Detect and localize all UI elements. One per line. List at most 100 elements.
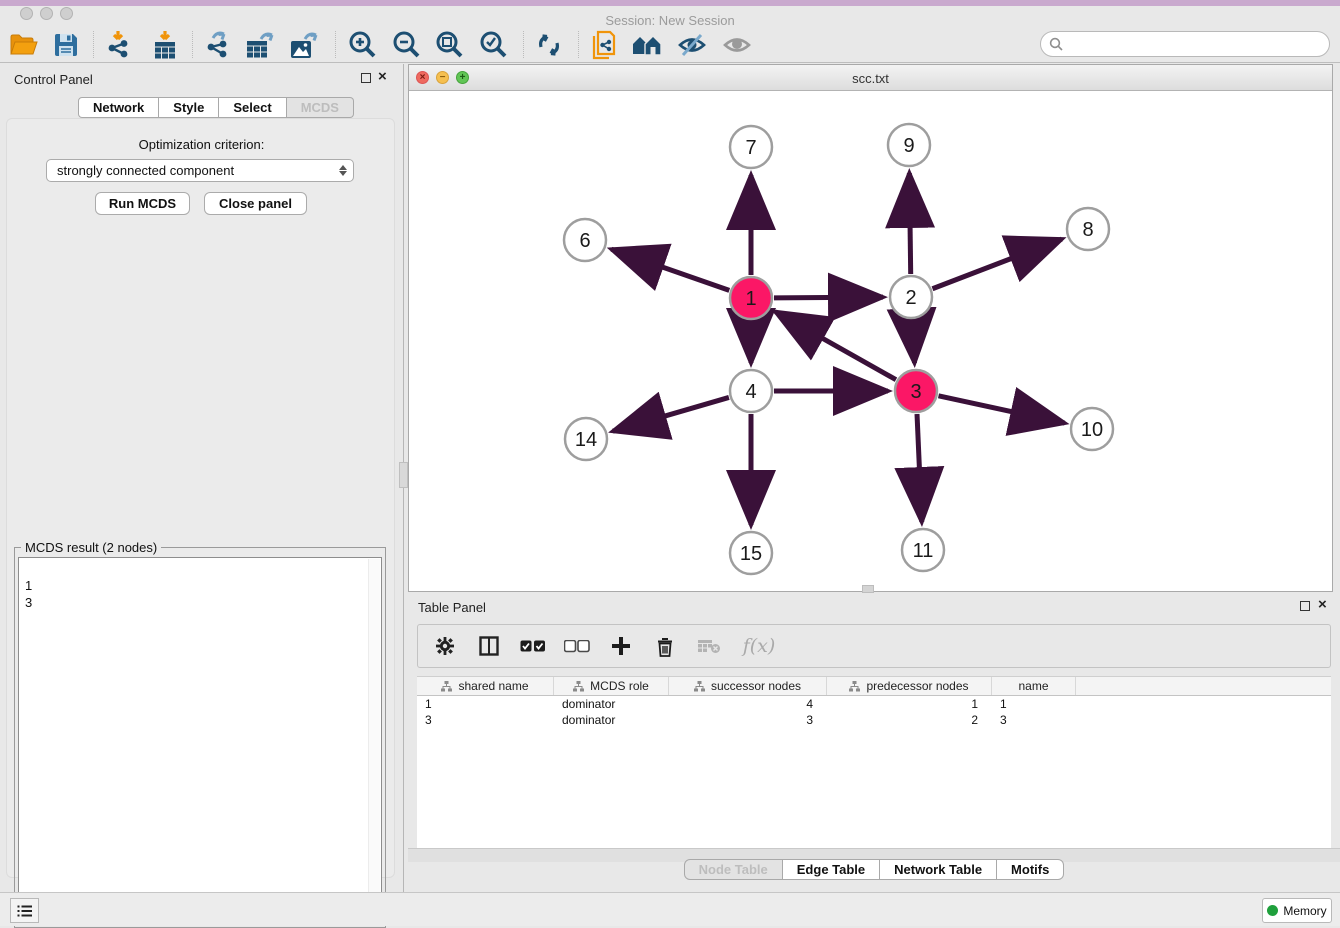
network-view-window[interactable]: × − + scc.txt 1234678910111415: [408, 64, 1333, 592]
column-header-name[interactable]: name: [992, 677, 1076, 695]
function-builder-button[interactable]: f(x): [738, 631, 780, 661]
search-field[interactable]: [1040, 31, 1330, 57]
export-table-button[interactable]: [243, 29, 279, 61]
result-scrollbar[interactable]: [368, 559, 380, 923]
zoom-fit-content-button[interactable]: [431, 29, 467, 61]
close-panel-button[interactable]: Close panel: [204, 192, 307, 215]
table-cell[interactable]: 3: [417, 712, 554, 728]
optimization-criterion-select[interactable]: strongly connected component: [46, 159, 354, 182]
zoom-selected-button[interactable]: [475, 29, 511, 61]
task-list-icon: [17, 904, 33, 918]
column-settings-button[interactable]: [430, 631, 460, 661]
tab-edge-table[interactable]: Edge Table: [783, 859, 880, 880]
float-panel-icon[interactable]: [361, 73, 371, 83]
hierarchy-icon: [694, 681, 705, 692]
select-all-columns-button[interactable]: [518, 631, 548, 661]
unselect-all-columns-button[interactable]: [562, 631, 592, 661]
delete-columns-button[interactable]: [650, 631, 680, 661]
search-input[interactable]: [1068, 37, 1329, 51]
graph-node-label-6: 6: [579, 230, 590, 252]
graph-node-label-11: 11: [913, 540, 934, 562]
tab-network[interactable]: Network: [78, 97, 159, 118]
tab-node-table[interactable]: Node Table: [684, 859, 783, 880]
column-header-shared-name[interactable]: shared name: [417, 677, 554, 695]
column-header-MCDS-role[interactable]: MCDS role: [554, 677, 669, 695]
application-window: Session: New Session: [0, 0, 1340, 926]
fx-icon: f(x): [743, 635, 776, 657]
show-all-button[interactable]: [719, 29, 755, 61]
toolbar-separator: [578, 31, 579, 58]
import-network-button[interactable]: [100, 29, 136, 61]
hide-selected-button[interactable]: [674, 29, 710, 61]
float-table-panel-icon[interactable]: [1300, 601, 1310, 611]
tab-mcds[interactable]: MCDS: [287, 97, 354, 118]
close-table-panel-icon[interactable]: ×: [1318, 599, 1327, 611]
graph-edge-3-11[interactable]: [917, 414, 922, 522]
table-row[interactable]: 1dominator411: [417, 696, 1331, 712]
toolbar-separator: [93, 31, 94, 58]
table-row[interactable]: 3dominator323: [417, 712, 1331, 728]
table-header-row: shared nameMCDS role successor nodes prede…: [417, 677, 1331, 696]
column-header-label: successor nodes: [711, 679, 801, 693]
first-neighbors-button[interactable]: [630, 29, 666, 61]
add-column-button[interactable]: [606, 631, 636, 661]
selected-option-label: strongly connected component: [57, 163, 234, 178]
table-cell[interactable]: 2: [827, 712, 992, 728]
table-cell[interactable]: 1: [417, 696, 554, 712]
window-titlebar[interactable]: Session: New Session: [0, 6, 1340, 26]
table-cell[interactable]: 1: [827, 696, 992, 712]
memory-label: Memory: [1283, 904, 1326, 918]
graph-node-label-7: 7: [745, 137, 756, 159]
table-cell[interactable]: 3: [669, 712, 827, 728]
column-header-predecessor-nodes[interactable]: predecessor nodes: [827, 677, 992, 695]
run-mcds-button[interactable]: Run MCDS: [95, 192, 190, 215]
graph-edge-2-8[interactable]: [932, 239, 1061, 289]
new-network-from-selection-button[interactable]: [586, 29, 622, 61]
export-image-button[interactable]: [287, 29, 323, 61]
toolbar-separator: [192, 31, 193, 58]
status-bar: Memory: [0, 892, 1340, 926]
panel-splitter-handle[interactable]: [399, 462, 408, 488]
network-graph-canvas[interactable]: 1234678910111415: [409, 91, 1332, 591]
column-header-successor-nodes[interactable]: successor nodes: [669, 677, 827, 695]
table-body: 1dominator4113dominator323: [417, 696, 1331, 728]
task-history-button[interactable]: [10, 898, 39, 923]
memory-button[interactable]: Memory: [1262, 898, 1332, 923]
window-resize-grip[interactable]: [862, 585, 874, 593]
split-panel-button[interactable]: [474, 631, 504, 661]
table-cell[interactable]: 3: [992, 712, 1076, 728]
network-window-titlebar[interactable]: × − + scc.txt: [409, 65, 1332, 91]
control-panel-title: Control Panel: [14, 72, 93, 87]
refresh-view-button[interactable]: [531, 29, 567, 61]
delete-table-button[interactable]: [694, 631, 724, 661]
memory-status-icon: [1267, 905, 1278, 916]
close-panel-icon[interactable]: ×: [378, 71, 387, 83]
tab-network-table[interactable]: Network Table: [880, 859, 997, 880]
graph-edge-2-3[interactable]: [912, 320, 914, 363]
table-cell[interactable]: 4: [669, 696, 827, 712]
node-table[interactable]: shared nameMCDS role successor nodes prede…: [417, 676, 1331, 848]
table-tabs: Node Table Edge Table Network Table Moti…: [408, 859, 1340, 880]
table-cell[interactable]: 1: [992, 696, 1076, 712]
graph-node-label-9: 9: [903, 135, 914, 157]
dropdown-arrows-icon: [339, 165, 347, 176]
zoom-in-button[interactable]: [344, 29, 380, 61]
graph-edge-2-9[interactable]: [909, 173, 910, 274]
graph-node-label-1: 1: [745, 288, 756, 310]
graph-edge-4-14[interactable]: [613, 397, 729, 431]
tab-motifs[interactable]: Motifs: [997, 859, 1064, 880]
graph-edge-1-6[interactable]: [611, 249, 729, 290]
graph-edge-1-2[interactable]: [774, 297, 883, 298]
graph-edge-3-1[interactable]: [775, 312, 896, 380]
open-session-button[interactable]: [6, 29, 42, 61]
table-cell[interactable]: dominator: [554, 712, 669, 728]
zoom-out-button[interactable]: [388, 29, 424, 61]
save-session-button[interactable]: [48, 29, 84, 61]
table-cell[interactable]: dominator: [554, 696, 669, 712]
tab-select[interactable]: Select: [219, 97, 286, 118]
tab-style[interactable]: Style: [159, 97, 219, 118]
mcds-result-textarea[interactable]: 1 3: [18, 557, 382, 923]
export-network-button[interactable]: [200, 29, 236, 61]
graph-edge-3-10[interactable]: [938, 396, 1064, 423]
import-table-button[interactable]: [147, 29, 183, 61]
